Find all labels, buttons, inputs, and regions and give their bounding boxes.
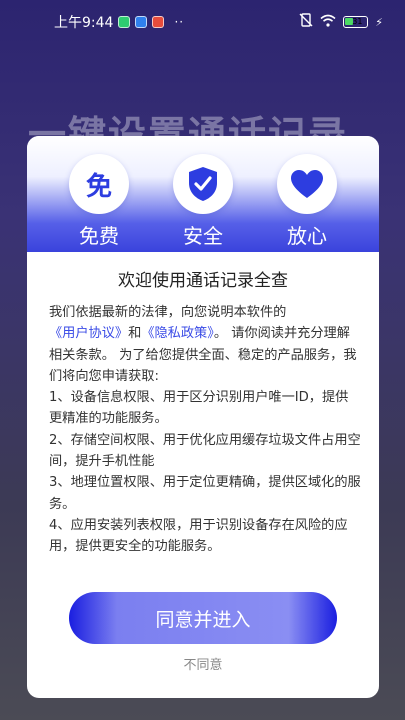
status-bar: 上午9:44 ·· 31 ⚡ xyxy=(0,0,405,44)
intro-text: 我们依据最新的法律，向您说明本软件的 xyxy=(49,305,287,320)
permission-item: 3、地理位置权限、用于定位更精确，提供区域化的服务。 xyxy=(49,475,361,512)
feature-label: 放心 xyxy=(287,224,327,248)
battery-level: 31 xyxy=(352,17,363,26)
permission-item: 1、设备信息权限、用于区分识别用户唯一ID，提供更精准的功能服务。 xyxy=(49,390,349,427)
feature-free: 免 免费 xyxy=(59,154,139,249)
feature-row: 免 免费 安全 放心 xyxy=(27,154,379,249)
feature-label: 免费 xyxy=(79,224,119,248)
heart-icon xyxy=(277,154,337,214)
feature-assured: 放心 xyxy=(267,154,347,249)
status-icons: 31 ⚡ xyxy=(299,13,383,31)
shield-check-icon xyxy=(173,154,233,214)
status-time: 上午9:44 xyxy=(54,15,114,31)
agree-button[interactable]: 同意并进入 xyxy=(69,592,337,644)
wifi-icon xyxy=(320,14,336,31)
dialog-title: 欢迎使用通话记录全查 xyxy=(118,271,288,291)
disagree-button[interactable]: 不同意 xyxy=(27,654,379,673)
free-icon: 免 xyxy=(69,154,129,214)
app-notification-icon xyxy=(118,16,131,28)
user-agreement-link[interactable]: 《用户协议》 xyxy=(49,326,128,341)
dialog-body: 我们依据最新的法律，向您说明本软件的《用户协议》和《隐私政策》。 请你阅读并充分… xyxy=(49,302,361,558)
feature-safe: 安全 xyxy=(163,154,243,249)
more-notifications-icon: ·· xyxy=(174,15,185,29)
sim-off-icon xyxy=(299,13,313,31)
app-notification-icon xyxy=(135,16,148,28)
privacy-policy-link[interactable]: 《隐私政策》 xyxy=(141,326,214,341)
feature-label: 安全 xyxy=(183,224,223,248)
permission-item: 4、应用安装列表权限，用于识别设备存在风险的应用，提供更安全的功能服务。 xyxy=(49,517,348,555)
app-notification-icon xyxy=(152,16,165,28)
charging-icon: ⚡ xyxy=(375,15,383,29)
permission-item: 2、存储空间权限、用于优化应用缓存垃圾文件占用空间，提升手机性能 xyxy=(49,432,361,470)
conjunction-text: 和 xyxy=(128,326,142,342)
battery-icon: 31 xyxy=(343,16,369,28)
privacy-dialog: 免 免费 安全 放心 欢迎使用通话记录全查 我们依据最新的法律，向您说明本软件的… xyxy=(27,136,379,698)
